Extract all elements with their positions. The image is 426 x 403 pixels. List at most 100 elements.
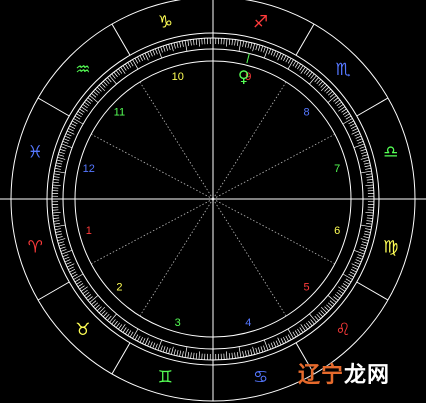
house-cusp-12 xyxy=(90,133,214,200)
degree-tick xyxy=(56,159,63,162)
degree-tick xyxy=(365,184,374,187)
degree-tick xyxy=(144,337,149,346)
degree-tick xyxy=(184,40,188,52)
house-number-4: 4 xyxy=(245,317,251,329)
degree-tick xyxy=(170,43,174,52)
degree-tick xyxy=(95,304,100,310)
degree-tick xyxy=(149,341,153,348)
degree-tick xyxy=(102,312,108,317)
degree-tick xyxy=(231,352,233,359)
degree-tick xyxy=(333,97,339,102)
degree-tick xyxy=(342,111,349,115)
degree-tick xyxy=(181,40,184,47)
degree-tick xyxy=(165,44,169,51)
degree-tick xyxy=(360,156,369,160)
degree-tick xyxy=(250,42,253,49)
degree-tick xyxy=(299,327,304,333)
degree-tick xyxy=(190,352,192,359)
degree-tick xyxy=(58,243,65,247)
degree-tick xyxy=(283,336,287,343)
degree-tick xyxy=(60,249,67,252)
degree-tick xyxy=(349,271,356,275)
house-number-2: 2 xyxy=(116,281,122,293)
house-number-5: 5 xyxy=(304,281,310,293)
degree-tick xyxy=(280,54,284,60)
degree-tick xyxy=(348,120,354,125)
degree-tick xyxy=(357,140,364,144)
degree-tick xyxy=(364,165,371,168)
degree-tick xyxy=(308,320,313,327)
degree-tick xyxy=(57,156,66,160)
degree-tick xyxy=(129,60,134,67)
watermark-part2: 龙网 xyxy=(343,363,390,388)
degree-tick xyxy=(225,351,228,360)
house-number-11: 11 xyxy=(114,107,125,119)
degree-tick xyxy=(297,63,301,70)
degree-tick xyxy=(303,68,308,74)
sign-boundary-taurus xyxy=(37,281,70,301)
degree-tick xyxy=(198,38,201,47)
degree-tick xyxy=(170,346,174,355)
degree-tick xyxy=(134,58,139,64)
degree-tick xyxy=(318,81,324,86)
degree-tick xyxy=(73,273,84,280)
degree-tick xyxy=(118,324,123,330)
degree-tick xyxy=(62,140,69,144)
degree-tick xyxy=(168,44,171,51)
degree-tick xyxy=(236,39,239,46)
sign-boundary-gemini xyxy=(111,342,131,375)
degree-tick xyxy=(122,65,127,71)
degree-tick xyxy=(360,246,367,250)
degree-tick xyxy=(63,256,70,260)
degree-tick xyxy=(87,97,93,102)
degree-tick xyxy=(350,269,357,273)
degree-tick xyxy=(195,38,198,45)
degree-tick xyxy=(308,71,313,78)
degree-tick xyxy=(109,75,117,85)
degree-tick xyxy=(367,214,374,217)
degree-tick xyxy=(247,349,250,356)
degree-tick xyxy=(280,338,284,344)
degree-tick xyxy=(54,170,66,174)
degree-tick xyxy=(137,335,141,342)
house-cusp-5 xyxy=(212,198,287,317)
degree-tick xyxy=(360,148,367,152)
degree-tick xyxy=(355,135,362,139)
degree-tick xyxy=(129,331,134,338)
watermark-part1: 辽宁 xyxy=(297,363,344,388)
degree-tick xyxy=(344,280,350,285)
degree-tick xyxy=(65,261,72,265)
degree-tick xyxy=(132,59,139,70)
site-watermark: 辽宁龙网 xyxy=(298,357,390,389)
degree-tick xyxy=(69,269,76,273)
degree-tick xyxy=(309,313,317,323)
degree-tick xyxy=(294,330,299,336)
degree-tick xyxy=(147,340,151,347)
capricorn-icon: ♑ xyxy=(158,12,173,32)
degree-tick xyxy=(176,349,179,356)
degree-tick xyxy=(268,343,272,350)
house-number-3: 3 xyxy=(175,317,181,329)
degree-tick xyxy=(324,306,330,312)
degree-tick xyxy=(318,312,324,317)
degree-tick xyxy=(361,243,368,247)
degree-tick xyxy=(292,331,297,338)
degree-tick xyxy=(364,230,371,233)
degree-tick xyxy=(105,79,110,85)
degree-tick xyxy=(287,328,294,339)
degree-tick xyxy=(365,167,372,170)
degree-tick xyxy=(70,271,77,275)
cancer-icon: ♋ xyxy=(253,368,268,388)
degree-tick xyxy=(56,233,63,236)
degree-tick xyxy=(53,176,60,178)
degree-tick xyxy=(355,259,362,263)
degree-tick xyxy=(74,115,81,120)
house-number-1: 1 xyxy=(86,225,92,237)
degree-tick xyxy=(139,55,143,62)
degree-tick xyxy=(351,263,360,268)
degree-tick xyxy=(292,60,297,67)
degree-tick xyxy=(342,273,353,280)
virgo-icon: ♍ xyxy=(383,238,398,258)
degree-tick xyxy=(297,328,301,335)
house-cusp-8 xyxy=(212,133,336,200)
